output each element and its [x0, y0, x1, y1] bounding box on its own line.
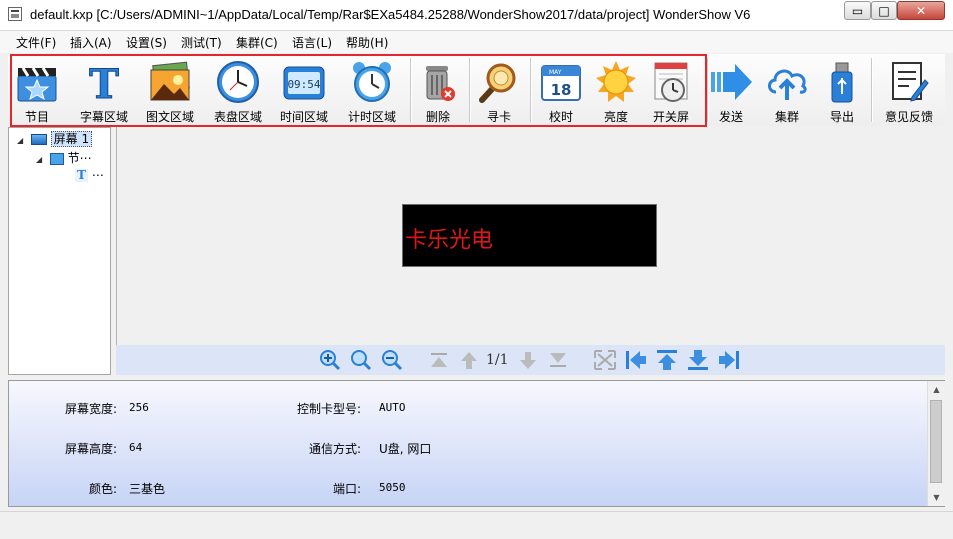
program-small-icon: [49, 152, 64, 165]
control-card-value: AUTO: [379, 401, 406, 414]
trash-icon: [426, 66, 455, 101]
cloud-upload-icon: [768, 69, 807, 100]
program-button[interactable]: 节目: [6, 54, 68, 126]
menu-help[interactable]: 帮助(H): [346, 34, 388, 51]
scroll-down-arrow-icon[interactable]: ▼: [928, 489, 945, 506]
maximize-icon: □: [878, 3, 890, 18]
document-edit-icon: [892, 62, 929, 102]
preview-nav-bar: 1/1: [116, 345, 945, 375]
screen-icon: [30, 134, 47, 145]
feedback-button[interactable]: 意见反馈: [878, 54, 940, 126]
text-small-icon: T: [75, 169, 88, 182]
expand-arrow-icon[interactable]: ◢: [36, 155, 46, 164]
window-title: default.kxp [C:/Users/ADMINI~1/AppData/L…: [30, 7, 751, 22]
move-right-icon[interactable]: [717, 349, 741, 371]
magnifier-icon: [479, 63, 516, 103]
tree-item-text[interactable]: T ⋯: [75, 168, 104, 184]
properties-panel: 屏幕宽度: 256 屏幕高度: 64 颜色: 三基色 控制卡型号: AUTO 通…: [8, 380, 945, 507]
screen-width-label: 屏幕宽度:: [65, 402, 118, 416]
svg-text:09:54: 09:54: [287, 78, 320, 91]
zoom-in-icon[interactable]: [318, 349, 342, 371]
digital-clock-icon: 09:54: [283, 66, 325, 100]
close-icon: ✕: [915, 3, 927, 18]
close-button[interactable]: ✕: [897, 1, 945, 20]
screen-height-label: 屏幕高度:: [65, 442, 118, 456]
tree-item-screen[interactable]: ◢ 屏幕 1: [17, 130, 93, 147]
feedback-label: 意见反馈: [884, 110, 933, 124]
last-page-icon[interactable]: [546, 349, 570, 371]
title-bar: default.kxp [C:/Users/ADMINI~1/AppData/L…: [0, 0, 953, 31]
minimize-button[interactable]: ▭: [844, 1, 871, 20]
menu-insert[interactable]: 插入(A): [70, 34, 112, 51]
menu-bar: 文件(F) 插入(A) 设置(S) 测试(T) 集群(C) 语言(L) 帮助(H…: [0, 31, 953, 53]
image-text-area-button[interactable]: 图文区域: [139, 54, 201, 126]
menu-file[interactable]: 文件(F): [16, 34, 56, 51]
svg-text:18: 18: [551, 81, 572, 99]
led-screen-preview[interactable]: 卡乐光电: [402, 204, 657, 267]
time-area-button[interactable]: 09:54 时间区域: [273, 54, 335, 126]
scroll-thumb[interactable]: [930, 400, 942, 483]
scroll-up-arrow-icon[interactable]: ▲: [928, 381, 945, 398]
svg-text:T: T: [89, 61, 119, 104]
first-page-icon[interactable]: [427, 349, 451, 371]
port-value: 5050: [379, 481, 406, 494]
export-button[interactable]: 导出: [811, 54, 873, 126]
control-card-label: 控制卡型号:: [297, 402, 362, 416]
move-bottom-icon[interactable]: [686, 349, 710, 371]
led-text: 卡乐光电: [405, 228, 494, 253]
zoom-out-icon[interactable]: [380, 349, 404, 371]
clock-icon: [217, 61, 259, 103]
color-value: 三基色: [129, 482, 166, 496]
page-indicator: 1/1: [486, 352, 509, 368]
port-label: 端口:: [333, 482, 362, 496]
screen-height-value: 64: [129, 441, 143, 454]
tree-item-program[interactable]: ◢ 节⋯: [36, 149, 92, 165]
menu-language[interactable]: 语言(L): [292, 34, 332, 51]
prev-page-icon[interactable]: [457, 349, 481, 371]
subtitle-area-button[interactable]: T 字幕区域: [73, 54, 135, 126]
status-bar: [0, 511, 953, 539]
toolbar: 节目 T 字幕区域 图文区域 表盘区域 09:54 时间区域 计时区域 删除 寻…: [8, 54, 945, 126]
usb-drive-icon: [831, 62, 853, 103]
send-arrow-icon: [711, 64, 752, 100]
next-page-icon[interactable]: [516, 349, 540, 371]
menu-cluster[interactable]: 集群(C): [236, 34, 278, 51]
move-left-icon[interactable]: [624, 349, 648, 371]
timer-area-button[interactable]: 计时区域: [341, 54, 403, 126]
color-label: 颜色:: [89, 482, 118, 496]
svg-text:MAY: MAY: [549, 69, 562, 76]
zoom-fit-icon[interactable]: [349, 349, 373, 371]
maximize-button[interactable]: □: [871, 1, 897, 20]
schedule-icon: [654, 62, 688, 102]
comm-mode-label: 通信方式:: [309, 442, 362, 456]
properties-scrollbar[interactable]: ▲ ▼: [927, 381, 945, 506]
app-icon: [8, 7, 22, 21]
menu-test[interactable]: 测试(T): [181, 34, 222, 51]
calendar-icon: MAY 18: [541, 65, 581, 101]
alarm-clock-icon: [353, 62, 391, 102]
sun-icon: [596, 61, 636, 102]
project-tree: ◢ 屏幕 1 ◢ 节⋯ T ⋯: [8, 127, 111, 375]
screen-width-value: 256: [129, 401, 149, 414]
menu-settings[interactable]: 设置(S): [126, 34, 167, 51]
clock-area-button[interactable]: 表盘区域: [207, 54, 269, 126]
clapperboard-icon: [17, 67, 57, 102]
tree-text-label: ⋯: [91, 168, 104, 182]
fullscreen-icon[interactable]: [593, 349, 617, 371]
comm-mode-value: U盘, 网口: [379, 442, 432, 456]
expand-arrow-icon[interactable]: ◢: [17, 136, 27, 145]
move-top-icon[interactable]: [655, 349, 679, 371]
minimize-icon: ▭: [851, 3, 864, 18]
photo-icon: [150, 61, 190, 101]
tree-program-label: 节⋯: [67, 151, 92, 165]
text-t-icon: T: [89, 61, 120, 105]
tree-screen-label: 屏幕 1: [50, 131, 93, 147]
